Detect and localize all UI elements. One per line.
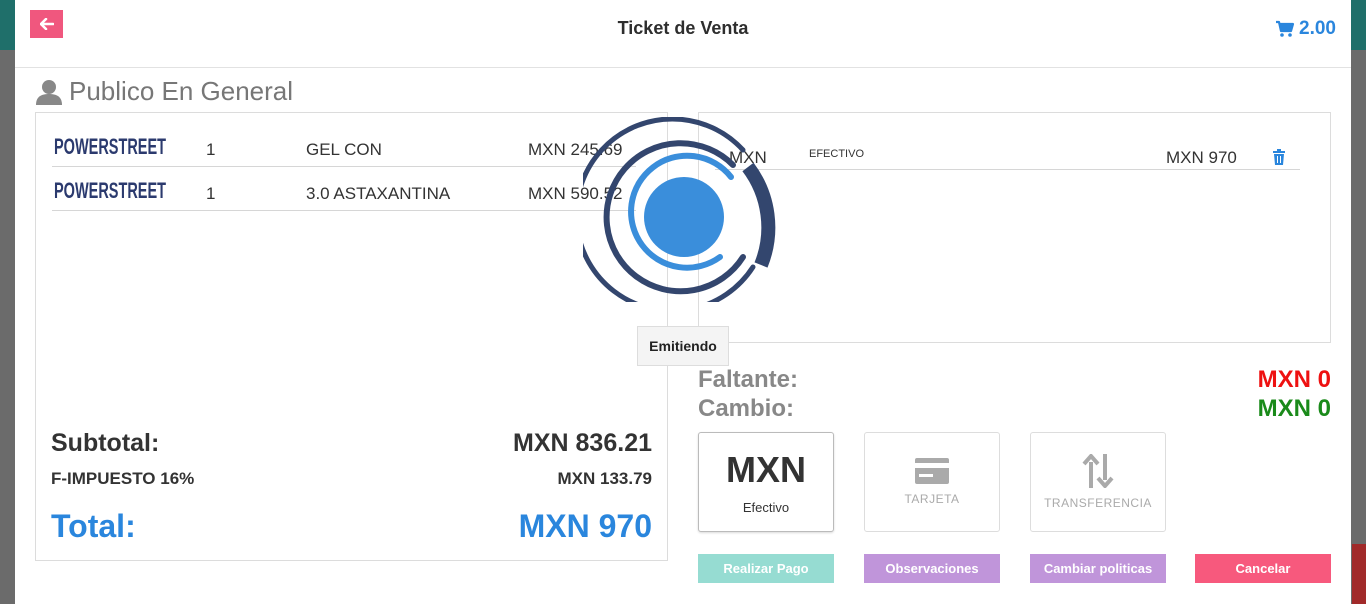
- total-label: Total:: [51, 508, 136, 544]
- realizar-pago-button[interactable]: Realizar Pago: [698, 554, 834, 583]
- transfer-arrows-icon: [1082, 454, 1114, 488]
- payment-row: MXN EFECTIVO MXN 970: [715, 125, 1300, 170]
- item-row[interactable]: POWERSTREET 1 GEL CON MXN 245.69: [52, 125, 636, 167]
- tarjeta-label: TARJETA: [904, 492, 960, 506]
- shopping-cart-icon: [1276, 20, 1295, 37]
- customer-heading: Publico En General: [35, 76, 293, 107]
- page-title: Ticket de Venta: [617, 18, 749, 38]
- modal-header: Ticket de Venta 2.00: [15, 0, 1351, 68]
- ticket-modal: Ticket de Venta 2.00 Publico En General …: [15, 0, 1351, 604]
- svg-text:POWERSTREET: POWERSTREET: [54, 178, 166, 203]
- item-name: GEL CON: [306, 140, 382, 159]
- backdrop-sliver: [1352, 544, 1366, 604]
- transferencia-label: TRANSFERENCIA: [1044, 496, 1152, 510]
- cambio-value: MXN 0: [1257, 395, 1331, 422]
- product-brand-logo: POWERSTREET: [54, 134, 166, 159]
- item-qty: 1: [206, 140, 216, 159]
- payments-panel: MXN EFECTIVO MXN 970: [698, 112, 1331, 343]
- credit-card-icon: [915, 458, 949, 484]
- cambio-label: Cambio:: [698, 395, 794, 422]
- payment-method-transferencia[interactable]: TRANSFERENCIA: [1030, 432, 1166, 532]
- subtotal-value: MXN 836.21: [513, 429, 652, 457]
- emitting-status: Emitiendo: [637, 326, 729, 366]
- svg-text:POWERSTREET: POWERSTREET: [54, 134, 166, 159]
- payment-method: EFECTIVO: [809, 148, 865, 160]
- tax-label: F-IMPUESTO 16%: [51, 469, 195, 488]
- cart-value: 2.00: [1299, 18, 1336, 39]
- faltante-label: Faltante:: [698, 366, 799, 393]
- efectivo-currency: MXN: [726, 448, 806, 490]
- item-qty: 1: [206, 184, 216, 203]
- cart-button[interactable]: 2.00: [1275, 18, 1336, 40]
- items-panel: POWERSTREET 1 GEL CON MXN 245.69 POWERST…: [35, 112, 668, 561]
- total-value: MXN 970: [518, 508, 652, 544]
- payment-method-tarjeta[interactable]: TARJETA: [864, 432, 1000, 532]
- payment-method-efectivo[interactable]: MXN Efectivo: [698, 432, 834, 532]
- observaciones-button[interactable]: Observaciones: [864, 554, 1000, 583]
- subtotal-label: Subtotal:: [51, 429, 160, 457]
- item-name: 3.0 ASTAXANTINA: [306, 184, 451, 203]
- product-brand-logo: POWERSTREET: [54, 178, 166, 203]
- faltante-value: MXN 0: [1257, 366, 1331, 393]
- efectivo-label: Efectivo: [742, 499, 790, 515]
- customer-name: Publico En General: [69, 76, 294, 106]
- tax-value: MXN 133.79: [557, 469, 653, 488]
- loading-spinner-icon: [583, 117, 776, 302]
- item-row[interactable]: POWERSTREET 1 3.0 ASTAXANTINA MXN 590.52: [52, 169, 636, 211]
- user-icon: [36, 79, 62, 105]
- cancelar-button[interactable]: Cancelar: [1195, 554, 1331, 583]
- cambiar-politicas-button[interactable]: Cambiar politicas: [1030, 554, 1166, 583]
- payment-amount: MXN 970: [1166, 148, 1237, 167]
- trash-icon[interactable]: [1272, 149, 1286, 166]
